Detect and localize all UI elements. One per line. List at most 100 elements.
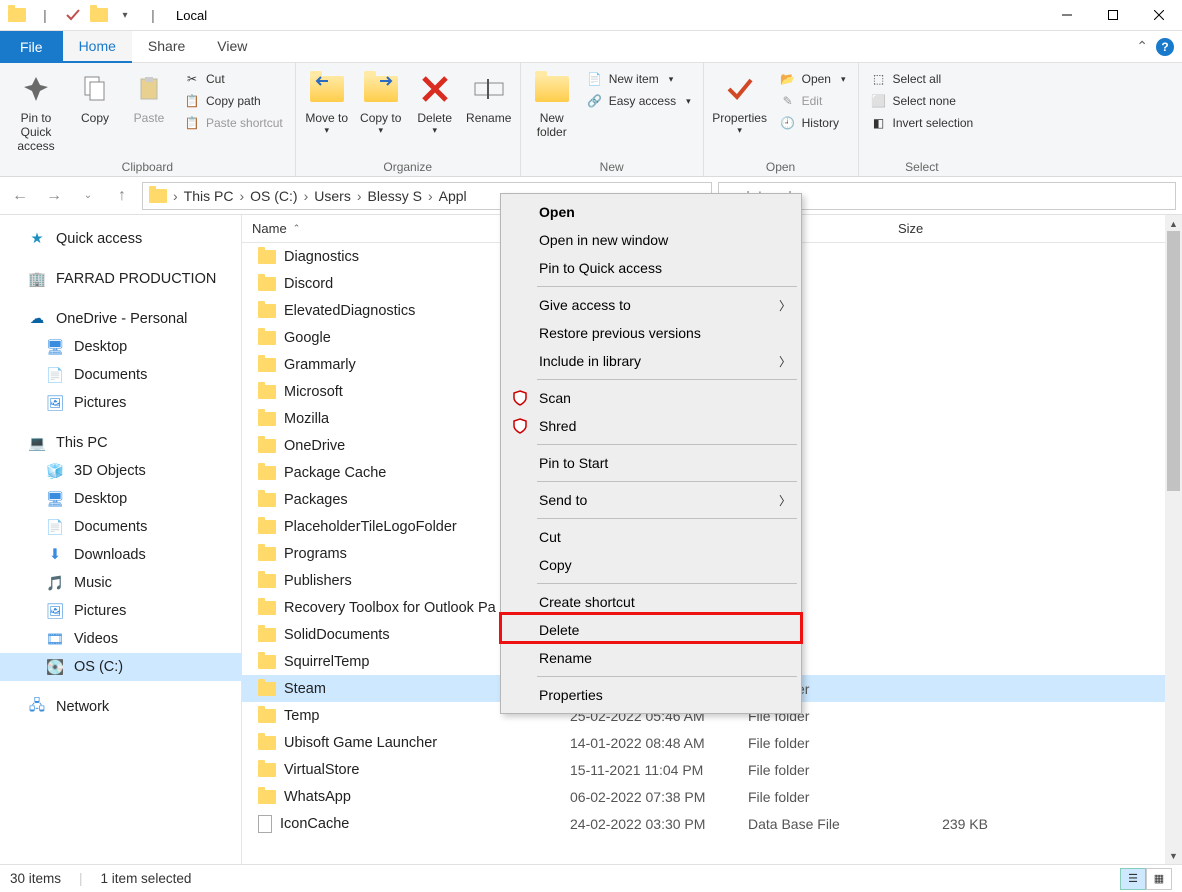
file-row[interactable]: VirtualStore15-11-2021 11:04 PMFile fold… — [242, 756, 1182, 783]
delete-button[interactable]: Delete▾ — [410, 67, 460, 158]
nav-onedrive[interactable]: ☁OneDrive - Personal — [0, 305, 241, 333]
file-row[interactable]: WhatsApp06-02-2022 07:38 PMFile folder — [242, 783, 1182, 810]
qat-dropdown-icon[interactable]: ▾ — [114, 4, 136, 26]
rename-button[interactable]: Rename — [464, 67, 514, 158]
cm-shred[interactable]: Shred — [503, 412, 799, 440]
qat-properties-icon[interactable] — [62, 4, 84, 26]
select-all-button[interactable]: ⬚Select all — [865, 69, 980, 89]
invert-selection-button[interactable]: ◧Invert selection — [865, 113, 980, 133]
back-button[interactable]: ← — [6, 182, 34, 210]
cm-create-shortcut[interactable]: Create shortcut — [503, 588, 799, 616]
nav-downloads[interactable]: ⬇Downloads — [0, 541, 241, 569]
select-none-button[interactable]: ⬜Select none — [865, 91, 980, 111]
folder-icon — [258, 466, 276, 480]
cm-restore[interactable]: Restore previous versions — [503, 319, 799, 347]
cm-include-library[interactable]: Include in library〉 — [503, 347, 799, 375]
properties-button[interactable]: Properties▾ — [710, 67, 770, 158]
nav-farrad[interactable]: 🏢FARRAD PRODUCTION — [0, 265, 241, 293]
breadcrumb[interactable]: Blessy S — [368, 188, 422, 204]
open-icon: 📂 — [780, 71, 796, 87]
status-bar: 30 items | 1 item selected ☰ ▦ — [0, 864, 1182, 892]
breadcrumb[interactable]: Appl — [439, 188, 467, 204]
copy-button[interactable]: Copy — [70, 67, 120, 158]
home-tab[interactable]: Home — [63, 31, 132, 63]
move-to-button[interactable]: Move to▾ — [302, 67, 352, 158]
ribbon-group-clipboard: Pin to Quick access Copy Paste ✂Cut 📋Cop… — [0, 63, 296, 176]
paste-shortcut-button[interactable]: 📋Paste shortcut — [178, 113, 289, 133]
cm-copy[interactable]: Copy — [503, 551, 799, 579]
folder-icon — [258, 655, 276, 669]
breadcrumb[interactable]: This PC — [184, 188, 234, 204]
nav-music[interactable]: 🎵Music — [0, 569, 241, 597]
group-label: Select — [865, 160, 980, 174]
share-tab[interactable]: Share — [132, 31, 201, 63]
cm-scan[interactable]: Scan — [503, 384, 799, 412]
nav-pictures[interactable]: 🖼Pictures — [0, 597, 241, 625]
cm-send-to[interactable]: Send to〉 — [503, 486, 799, 514]
cut-button[interactable]: ✂Cut — [178, 69, 289, 89]
navigation-pane: ★Quick access 🏢FARRAD PRODUCTION ☁OneDri… — [0, 215, 242, 864]
breadcrumb[interactable]: OS (C:) — [250, 188, 297, 204]
help-icon[interactable]: ? — [1156, 38, 1174, 56]
separator — [537, 379, 797, 380]
folder-icon — [258, 520, 276, 534]
folder-icon — [258, 331, 276, 345]
nav-desktop[interactable]: 🖥Desktop — [0, 485, 241, 513]
recent-dropdown[interactable]: ⌄ — [74, 182, 102, 210]
file-name: SolidDocuments — [284, 627, 390, 643]
cm-properties[interactable]: Properties — [503, 681, 799, 709]
cm-pin-quick[interactable]: Pin to Quick access — [503, 254, 799, 282]
paste-button[interactable]: Paste — [124, 67, 174, 158]
new-folder-button[interactable]: New folder — [527, 67, 577, 158]
close-button[interactable] — [1136, 0, 1182, 31]
file-tab[interactable]: File — [0, 31, 63, 63]
nav-3d-objects[interactable]: 🧊3D Objects — [0, 457, 241, 485]
column-size[interactable]: Size — [898, 221, 998, 236]
vertical-scrollbar[interactable]: ▲ ▼ — [1165, 215, 1182, 864]
nav-quick-access[interactable]: ★Quick access — [0, 225, 241, 253]
scrollbar-thumb[interactable] — [1167, 231, 1180, 491]
title-bar: | ▾ | Local — [0, 0, 1182, 31]
thumbnails-view-button[interactable]: ▦ — [1146, 868, 1172, 890]
nav-videos[interactable]: 🎞Videos — [0, 625, 241, 653]
new-item-icon: 📄 — [587, 71, 603, 87]
minimize-button[interactable] — [1044, 0, 1090, 31]
cm-pin-start[interactable]: Pin to Start — [503, 449, 799, 477]
nav-od-documents[interactable]: 📄Documents — [0, 361, 241, 389]
file-row[interactable]: Ubisoft Game Launcher14-01-2022 08:48 AM… — [242, 729, 1182, 756]
view-tab[interactable]: View — [201, 31, 263, 63]
cm-open[interactable]: Open — [503, 198, 799, 226]
nav-network[interactable]: 🖧Network — [0, 693, 241, 721]
nav-od-pictures[interactable]: 🖼Pictures — [0, 389, 241, 417]
breadcrumb[interactable]: Users — [314, 188, 351, 204]
open-button[interactable]: 📂Open▾ — [774, 69, 852, 89]
maximize-button[interactable] — [1090, 0, 1136, 31]
up-button[interactable]: ↑ — [108, 182, 136, 210]
new-item-button[interactable]: 📄New item▾ — [581, 69, 697, 89]
separator: | — [34, 4, 56, 26]
nav-documents[interactable]: 📄Documents — [0, 513, 241, 541]
copy-to-button[interactable]: Copy to▾ — [356, 67, 406, 158]
easy-access-button[interactable]: 🔗Easy access▾ — [581, 91, 697, 111]
ribbon: Pin to Quick access Copy Paste ✂Cut 📋Cop… — [0, 63, 1182, 177]
cm-open-new-window[interactable]: Open in new window — [503, 226, 799, 254]
pin-to-quick-access-button[interactable]: Pin to Quick access — [6, 67, 66, 158]
cm-rename[interactable]: Rename — [503, 644, 799, 672]
collapse-ribbon-icon[interactable]: ⌃ — [1136, 38, 1148, 55]
folder-icon — [258, 493, 276, 507]
forward-button[interactable]: → — [40, 182, 68, 210]
nav-this-pc[interactable]: 💻This PC — [0, 429, 241, 457]
scroll-down-icon[interactable]: ▼ — [1165, 847, 1182, 864]
nav-os-c[interactable]: 💽OS (C:) — [0, 653, 241, 681]
file-name: Steam — [284, 681, 326, 697]
edit-button[interactable]: ✎Edit — [774, 91, 852, 111]
cm-give-access[interactable]: Give access to〉 — [503, 291, 799, 319]
file-row[interactable]: IconCache24-02-2022 03:30 PMData Base Fi… — [242, 810, 1182, 837]
cm-delete[interactable]: Delete — [503, 616, 799, 644]
copy-path-button[interactable]: 📋Copy path — [178, 91, 289, 111]
details-view-button[interactable]: ☰ — [1120, 868, 1146, 890]
nav-od-desktop[interactable]: 🖥Desktop — [0, 333, 241, 361]
scroll-up-icon[interactable]: ▲ — [1165, 215, 1182, 232]
history-button[interactable]: 🕘History — [774, 113, 852, 133]
cm-cut[interactable]: Cut — [503, 523, 799, 551]
